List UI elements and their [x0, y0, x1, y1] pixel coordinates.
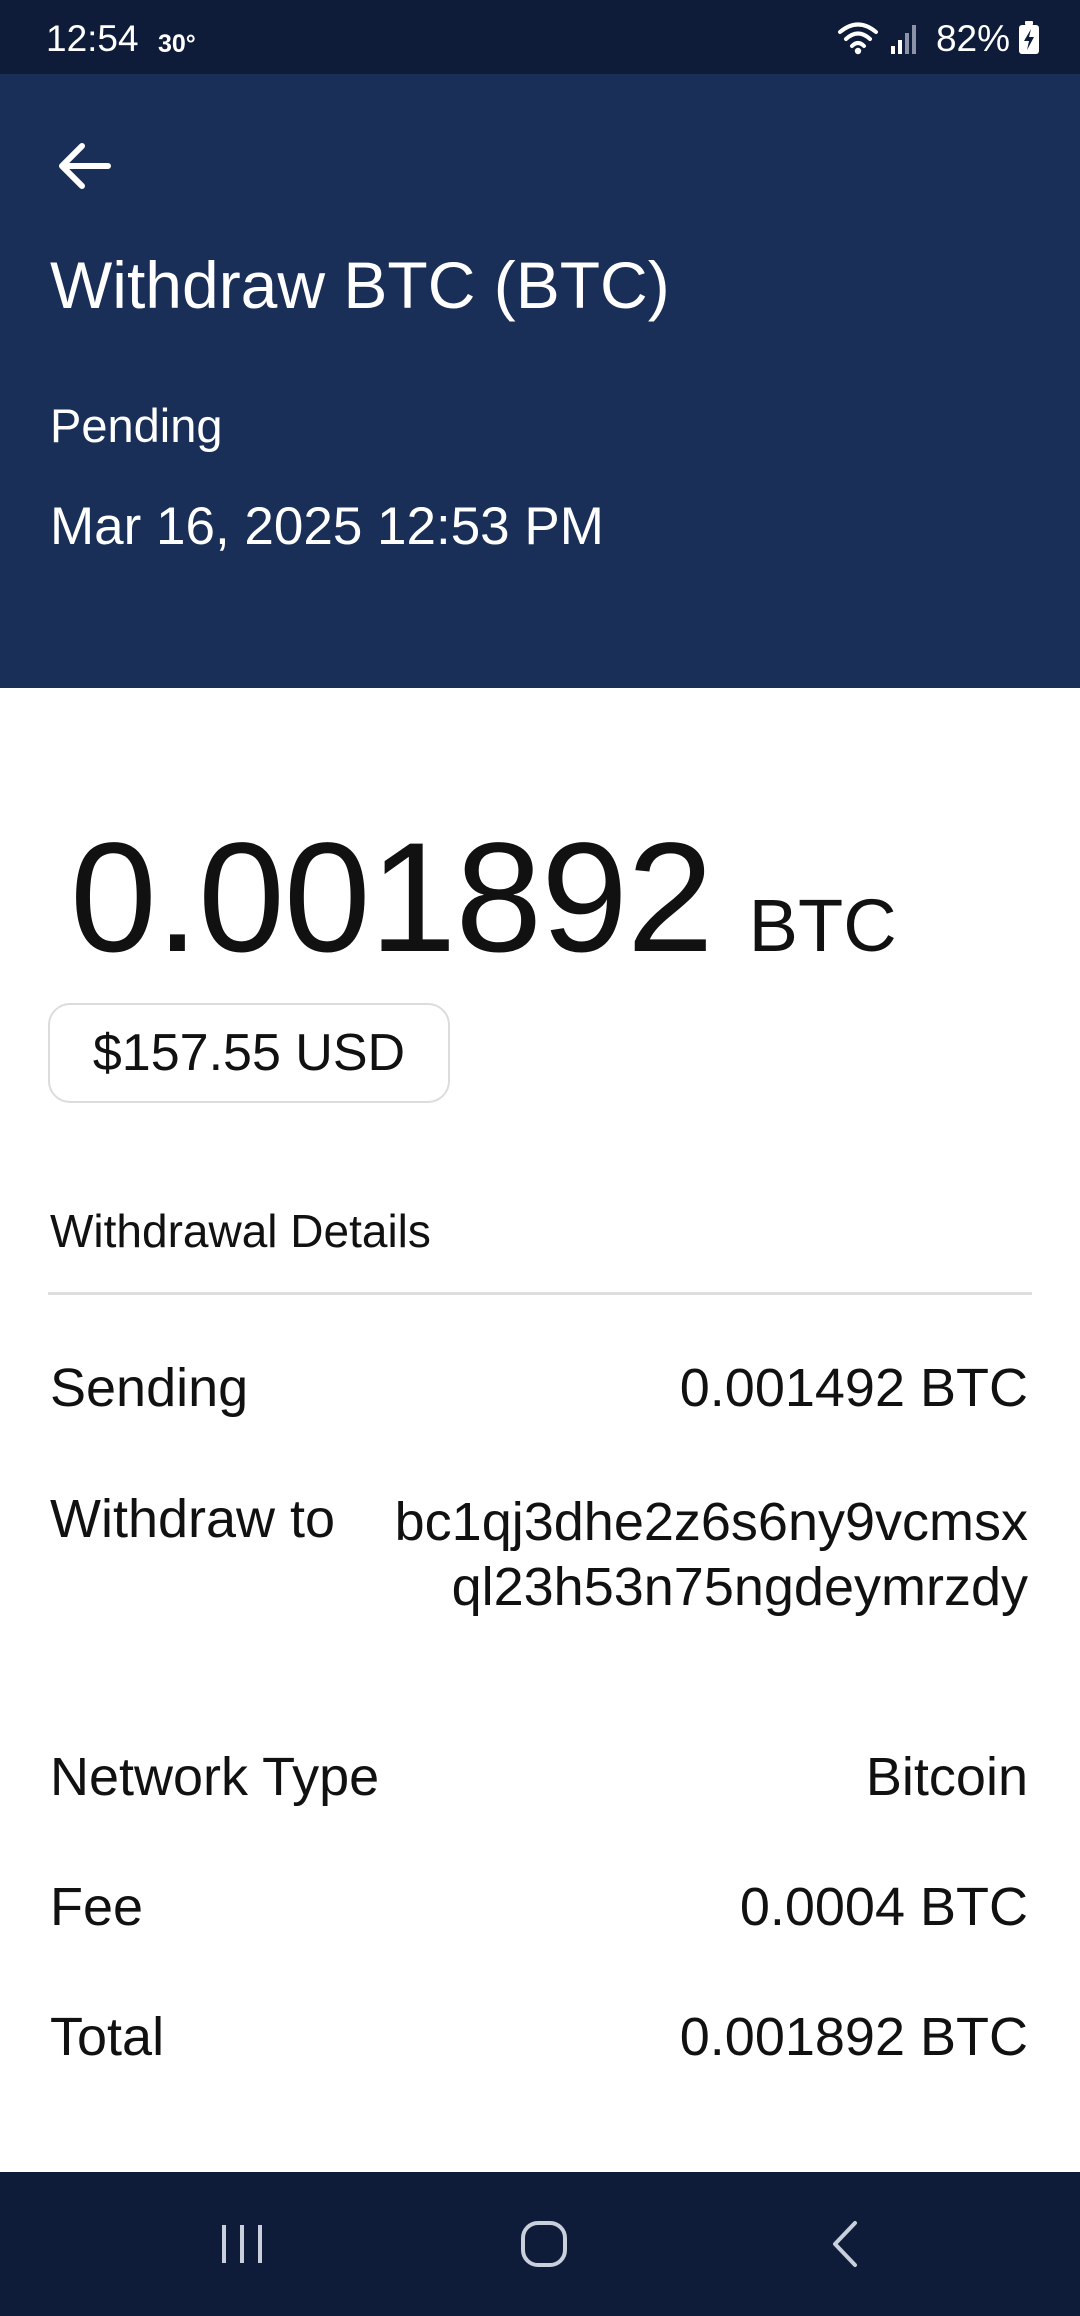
status-time: 12:54 [46, 18, 139, 59]
detail-value-withdraw-address: bc1qj3dhe2z6s6ny9vcmsxql23h53n75ngdeymrz… [394, 1492, 1028, 1617]
amount-display: 0.001892 BTC [70, 820, 897, 976]
home-button[interactable] [504, 2208, 584, 2280]
battery-percentage: 82% [935, 17, 1010, 59]
system-nav-bar [0, 2172, 1080, 2316]
recent-apps-icon [217, 2219, 267, 2269]
detail-label-total: Total [50, 2007, 165, 2067]
back-button[interactable] [48, 130, 120, 202]
page-title: Withdraw BTC (BTC) [50, 248, 670, 322]
status-icons: 82% [837, 17, 1040, 59]
amount-value: 0.001892 [70, 811, 714, 985]
detail-label-network-type: Network Type [50, 1747, 380, 1807]
amount-unit: BTC [748, 884, 897, 967]
detail-label-withdraw-to: Withdraw to [50, 1489, 336, 1549]
status-bar: 12:54 30° 82% [0, 0, 1080, 74]
detail-value-total: 0.001892 BTC [679, 2007, 1028, 2067]
detail-label-fee: Fee [50, 1877, 144, 1937]
back-icon [821, 2219, 871, 2269]
battery-charging-icon [1018, 21, 1040, 55]
detail-value-fee: 0.0004 BTC [739, 1877, 1028, 1937]
home-icon [519, 2219, 569, 2269]
system-back-button[interactable] [806, 2208, 886, 2280]
transaction-status: Pending [50, 399, 223, 452]
details-divider [48, 1292, 1032, 1295]
header: Withdraw BTC (BTC) Pending Mar 16, 2025 … [0, 74, 1080, 688]
wifi-icon [837, 21, 878, 55]
signal-icon [890, 22, 920, 54]
detail-label-sending: Sending [50, 1358, 249, 1418]
details-heading: Withdrawal Details [50, 1205, 431, 1257]
detail-value-sending: 0.001492 BTC [679, 1358, 1028, 1418]
status-temperature: 30° [158, 30, 196, 58]
arrow-left-icon [48, 130, 120, 202]
recent-apps-button[interactable] [202, 2208, 282, 2280]
usd-value-badge: $157.55 USD [48, 1003, 450, 1103]
detail-value-network-type: Bitcoin [865, 1747, 1028, 1807]
transaction-date: Mar 16, 2025 12:53 PM [50, 497, 604, 556]
